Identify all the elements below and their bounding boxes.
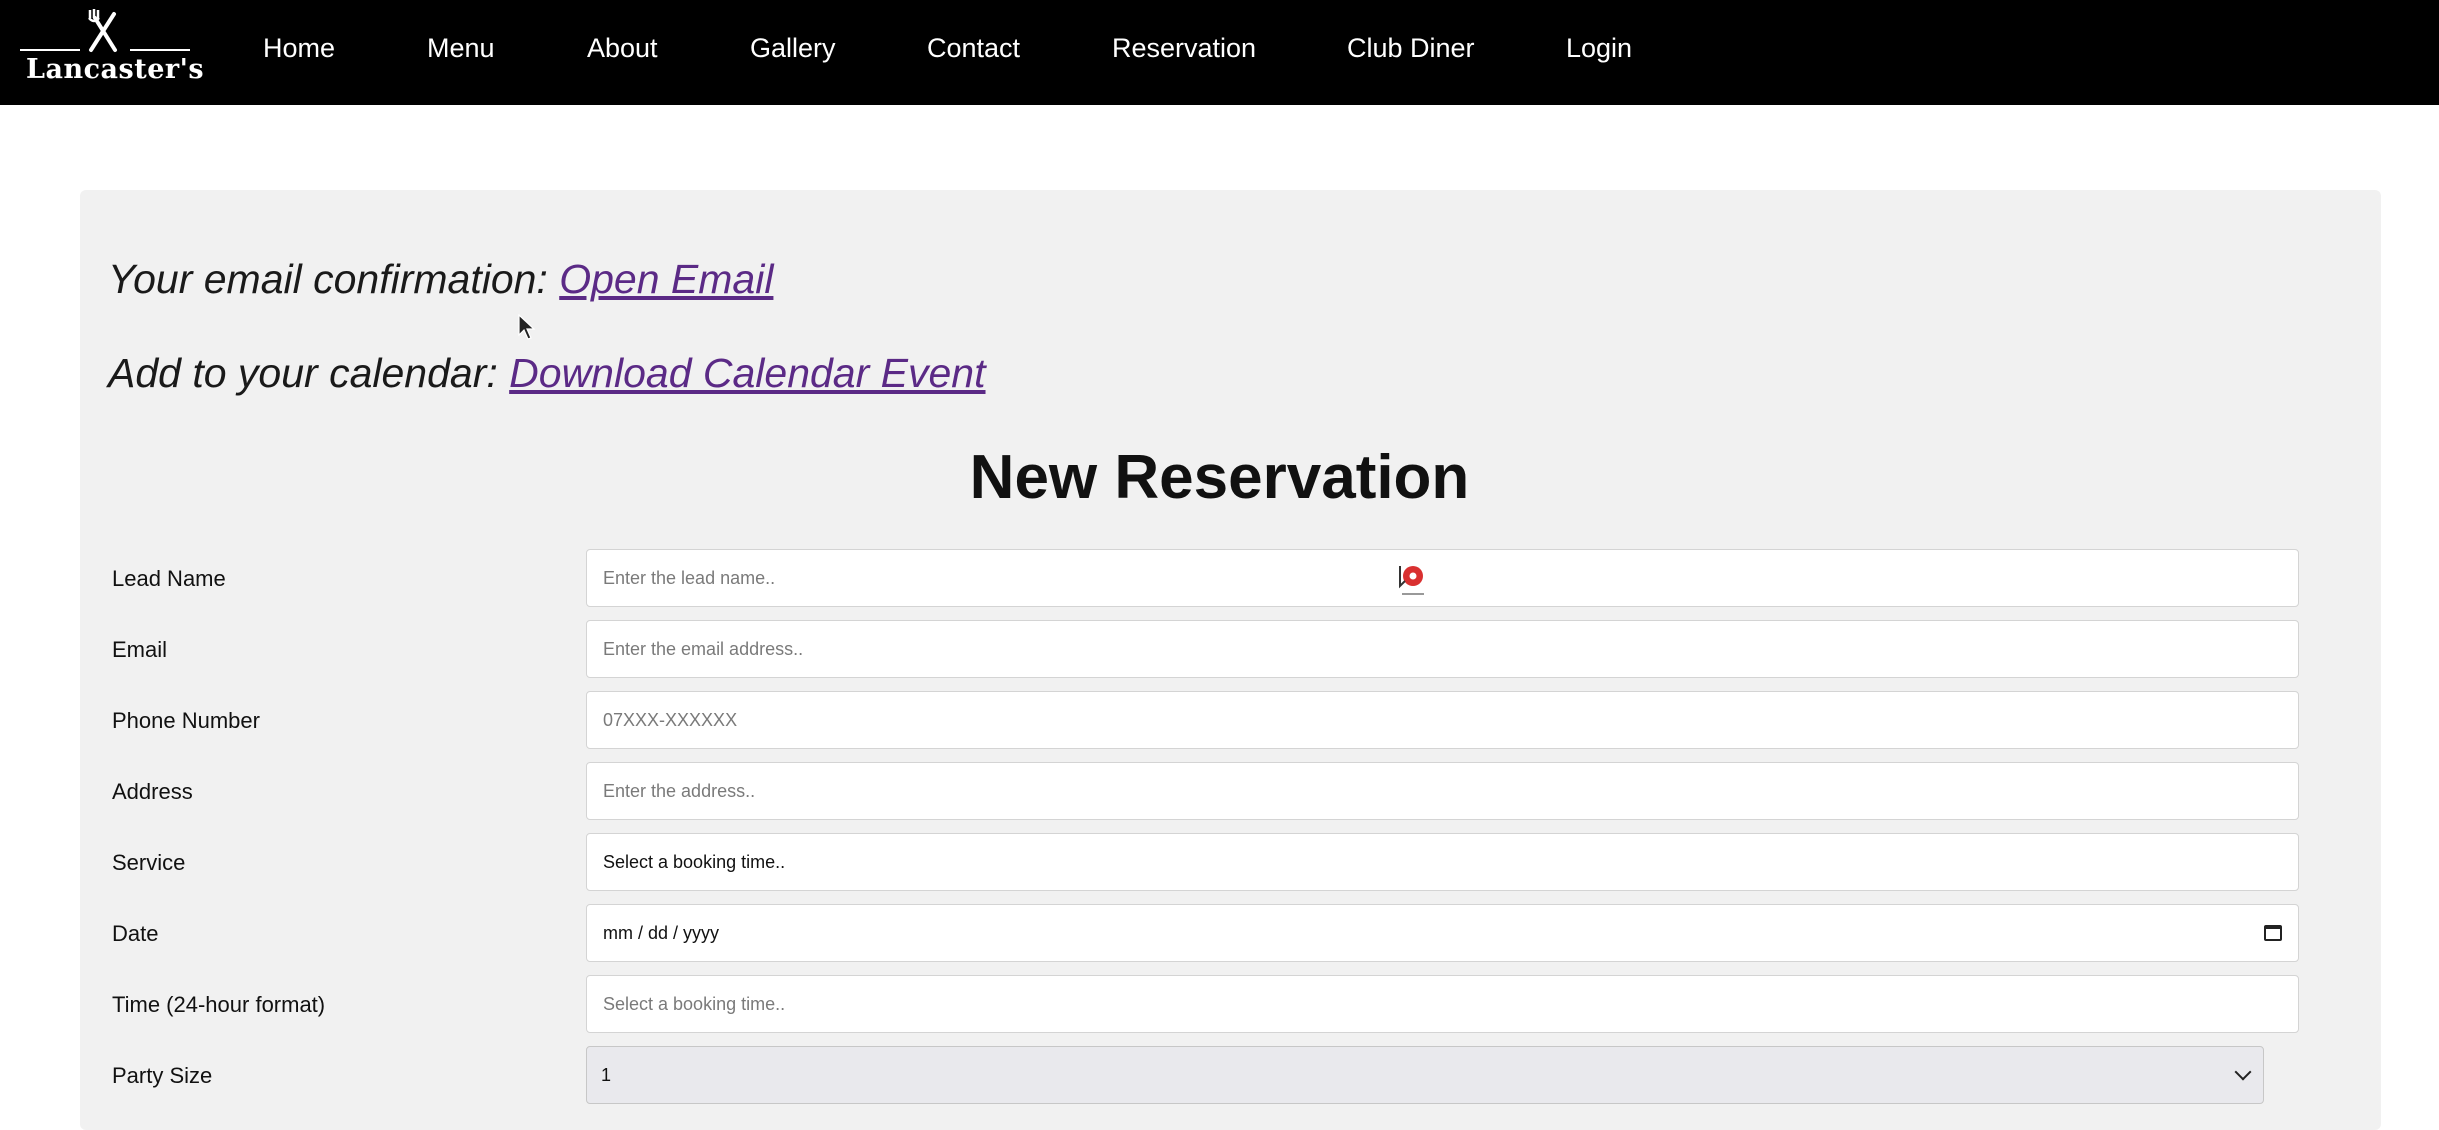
- nav-about[interactable]: About: [587, 30, 658, 66]
- nav-login[interactable]: Login: [1566, 30, 1632, 66]
- calendar-label: Add to your calendar:: [108, 350, 498, 396]
- nav-club-diner[interactable]: Club Diner: [1347, 30, 1475, 66]
- email-input[interactable]: [586, 620, 2299, 678]
- crossed-fork-knife-icon: [88, 9, 117, 52]
- logo-line-left: [20, 49, 80, 51]
- time-label: Time (24-hour format): [112, 992, 326, 1017]
- open-email-link[interactable]: Open Email: [559, 256, 773, 302]
- brand-logo[interactable]: Lancaster's: [18, 8, 204, 88]
- nav-menu[interactable]: Menu: [427, 30, 495, 66]
- lead-name-label: Lead Name: [112, 566, 226, 591]
- calendar-line: Add to your calendar: Download Calendar …: [108, 350, 986, 397]
- nav-home[interactable]: Home: [263, 30, 335, 66]
- address-label: Address: [112, 779, 193, 804]
- lead-name-input[interactable]: [586, 549, 2299, 607]
- nav-reservation[interactable]: Reservation: [1112, 30, 1256, 66]
- date-input[interactable]: mm / dd / yyyy: [586, 904, 2299, 962]
- time-input[interactable]: [586, 975, 2299, 1033]
- date-value: mm / dd / yyyy: [603, 922, 720, 943]
- service-label: Service: [112, 850, 186, 875]
- email-confirmation-label: Your email confirmation:: [108, 256, 548, 302]
- download-calendar-link[interactable]: Download Calendar Event: [509, 350, 985, 396]
- nav-gallery[interactable]: Gallery: [750, 30, 836, 66]
- phone-label: Phone Number: [112, 708, 260, 733]
- party-size-label: Party Size: [112, 1063, 213, 1088]
- red-location-pin-icon: [1399, 566, 1424, 595]
- chevron-down-icon: [2234, 1063, 2252, 1081]
- date-label: Date: [112, 921, 159, 946]
- top-navbar: Lancaster's Home Menu About Gallery Cont…: [0, 0, 2439, 105]
- email-label: Email: [112, 637, 168, 662]
- party-size-select[interactable]: 1: [586, 1046, 2264, 1104]
- calendar-icon[interactable]: [2264, 925, 2282, 941]
- party-size-value: 1: [601, 1064, 612, 1085]
- service-value: Select a booking time..: [603, 851, 786, 872]
- form-title: New Reservation: [969, 443, 1470, 512]
- logo-text: Lancaster's: [26, 54, 205, 85]
- nav-contact[interactable]: Contact: [927, 30, 1020, 66]
- mouse-pointer-icon: [518, 314, 536, 340]
- address-input[interactable]: [586, 762, 2299, 820]
- phone-input[interactable]: [586, 691, 2299, 749]
- logo-line-right: [130, 49, 190, 51]
- email-confirmation-line: Your email confirmation: Open Email: [108, 256, 773, 303]
- service-input[interactable]: Select a booking time..: [586, 833, 2299, 891]
